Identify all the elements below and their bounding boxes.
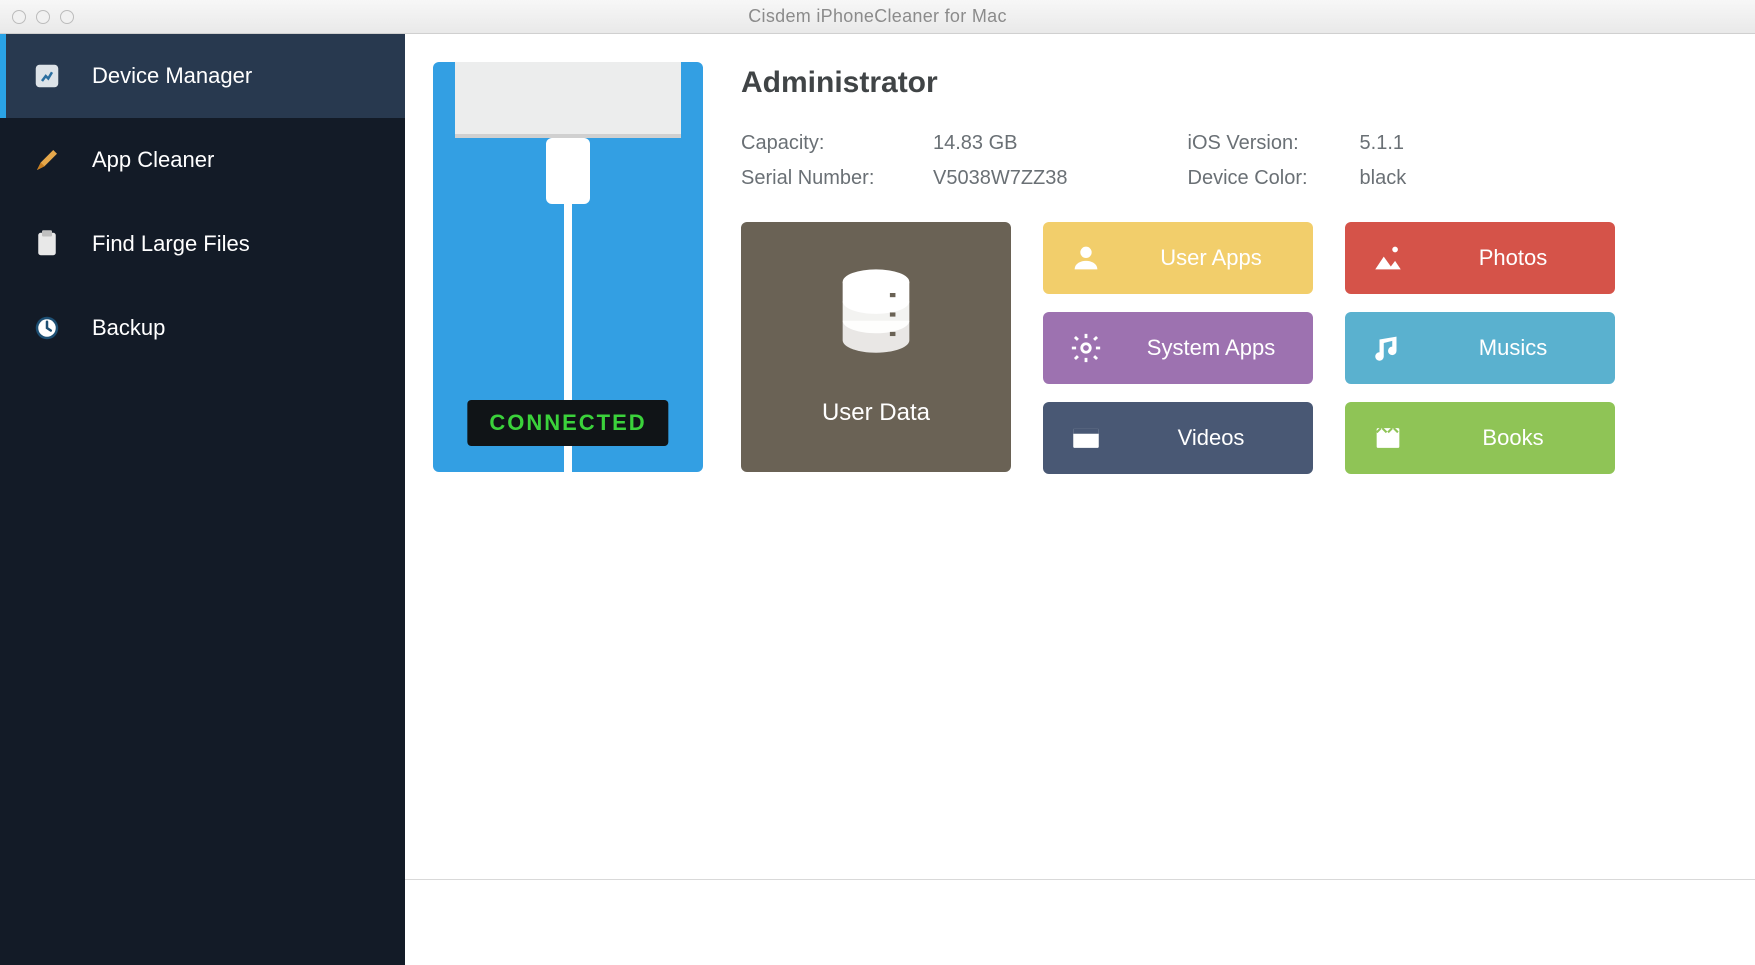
sidebar: Device Manager App Cleaner Find Large Fi… (0, 34, 405, 965)
tile-musics[interactable]: Musics (1345, 312, 1615, 384)
sidebar-item-app-cleaner[interactable]: App Cleaner (0, 118, 405, 202)
database-icon (834, 268, 918, 373)
video-icon (1069, 421, 1103, 455)
cable-head-illustration (546, 138, 590, 204)
broom-icon (30, 143, 64, 177)
music-icon (1371, 331, 1405, 365)
tile-label: Videos (1109, 425, 1313, 451)
device-color-value: black (1360, 167, 1407, 190)
tile-user-apps[interactable]: User Apps (1043, 222, 1313, 294)
sidebar-item-find-large-files[interactable]: Find Large Files (0, 202, 405, 286)
tile-books[interactable]: Books (1345, 402, 1615, 474)
device-info-grid: Capacity: 14.83 GB Serial Number: V5038W… (741, 132, 1727, 190)
sidebar-item-label: Device Manager (92, 63, 252, 89)
tile-label: Photos (1411, 245, 1615, 271)
user-icon (1069, 241, 1103, 275)
tile-videos[interactable]: Videos (1043, 402, 1313, 474)
capacity-value: 14.83 GB (933, 132, 1018, 155)
footer-divider (405, 879, 1755, 880)
tile-label: Musics (1411, 335, 1615, 361)
serial-label: Serial Number: (741, 167, 901, 190)
tile-label: User Data (822, 399, 930, 427)
book-icon (1371, 421, 1405, 455)
device-icon (30, 59, 64, 93)
tile-user-data[interactable]: User Data (741, 222, 1011, 472)
titlebar: Cisdem iPhoneCleaner for Mac (0, 0, 1755, 34)
clipboard-icon (30, 227, 64, 261)
tile-label: User Apps (1109, 245, 1313, 271)
tile-label: System Apps (1109, 335, 1313, 361)
sidebar-item-label: Backup (92, 315, 165, 341)
tile-photos[interactable]: Photos (1345, 222, 1615, 294)
device-connection-card: CONNECTED (433, 62, 703, 472)
tile-label: Books (1411, 425, 1615, 451)
photo-icon (1371, 241, 1405, 275)
sidebar-item-label: App Cleaner (92, 147, 214, 173)
gear-icon (1069, 331, 1103, 365)
sidebar-item-label: Find Large Files (92, 231, 250, 257)
tile-system-apps[interactable]: System Apps (1043, 312, 1313, 384)
capacity-label: Capacity: (741, 132, 901, 155)
ios-version-value: 5.1.1 (1360, 132, 1404, 155)
main-panel: CONNECTED Administrator Capacity: 14.83 … (405, 34, 1755, 965)
device-name-heading: Administrator (741, 66, 1727, 100)
connection-status-badge: CONNECTED (467, 400, 668, 446)
sidebar-item-device-manager[interactable]: Device Manager (0, 34, 405, 118)
window-title: Cisdem iPhoneCleaner for Mac (0, 6, 1755, 27)
clock-icon (30, 311, 64, 345)
category-tiles: User Data User Apps (741, 222, 1727, 474)
device-color-label: Device Color: (1188, 167, 1328, 190)
device-connector-illustration (455, 62, 681, 138)
serial-value: V5038W7ZZ38 (933, 167, 1068, 190)
ios-version-label: iOS Version: (1188, 132, 1328, 155)
sidebar-item-backup[interactable]: Backup (0, 286, 405, 370)
